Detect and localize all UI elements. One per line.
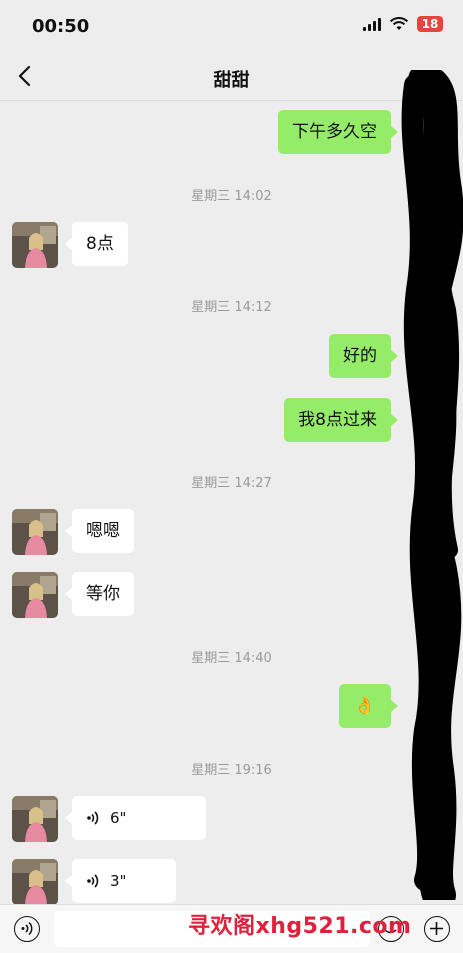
timestamp: 星期三 14:12 [191,300,272,315]
message-bubble[interactable]: 好的 [329,334,391,378]
timestamp: 星期三 19:16 [191,763,272,778]
voice-wave-icon [87,811,99,825]
voice-toggle-icon [21,921,33,936]
message-text: 我8点过来 [298,410,377,430]
status-bar: 00:50 18 [0,0,463,50]
status-icons: 18 [363,16,443,32]
voice-message-bubble[interactable]: 6" [72,796,206,840]
bubble-tail [65,588,72,600]
message-text: 8点 [86,234,114,254]
avatar[interactable] [12,509,58,555]
message-bubble[interactable]: 我8点过来 [284,398,391,442]
plus-icon [430,922,443,935]
avatar[interactable] [12,859,58,905]
voice-wave-icon [87,874,99,888]
message-text: 下午多久空 [292,122,377,142]
timestamp: 星期三 14:40 [191,651,272,666]
message-bubble[interactable]: 8点 [72,222,128,266]
avatar[interactable] [12,796,58,842]
redaction-scribble [401,70,463,900]
message-bubble[interactable]: 👌 [339,684,391,728]
voice-duration: 3" [110,872,127,890]
wifi-icon [389,17,409,30]
avatar[interactable] [12,572,58,618]
message-text: 嗯嗯 [86,521,120,541]
message-bubble[interactable]: 等你 [72,572,134,616]
message-text: 好的 [343,346,377,366]
voice-duration: 6" [110,809,127,827]
message-text: 等你 [86,584,120,604]
bubble-tail [65,525,72,537]
message-bubble[interactable]: 下午多久空 [278,110,391,154]
bubble-tail [65,875,72,887]
message-bubble[interactable]: 嗯嗯 [72,509,134,553]
timestamp: 星期三 14:27 [191,476,272,491]
battery-indicator: 18 [417,16,443,32]
timestamp: 星期三 14:02 [191,189,272,204]
bubble-tail [65,238,72,250]
plus-button[interactable] [424,916,450,942]
ok-hand-emoji: 👌 [354,696,376,716]
chat-title: 甜甜 [213,70,250,91]
avatar[interactable] [12,222,58,268]
bubble-tail [65,812,72,824]
chat-header: 甜甜 [0,52,463,101]
watermark: 寻欢阁xhg521.com [188,914,412,939]
voice-message-bubble[interactable]: 3" [72,859,176,903]
voice-toggle-button[interactable] [14,916,40,942]
status-time: 00:50 [32,16,90,37]
cellular-signal-icon [363,17,381,31]
